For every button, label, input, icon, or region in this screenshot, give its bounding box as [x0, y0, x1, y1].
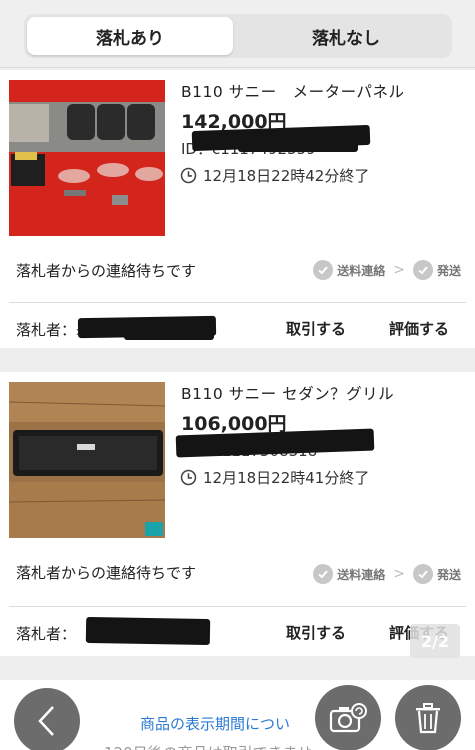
listing-card[interactable]: B110 サニー メーターパネル 142,000円 ID：c1117492359…	[0, 70, 475, 348]
listing-title[interactable]: B110 サニー セダン？グリル	[181, 382, 394, 404]
listing-card[interactable]: B110 サニー セダン？グリル 106,000円 ID：K1117508318…	[0, 372, 475, 656]
tab-bar: 落札あり 落札なし	[0, 0, 475, 68]
step-shipped: 発送	[436, 263, 461, 278]
camera-button[interactable]	[315, 685, 381, 750]
redaction-bar	[238, 142, 358, 152]
delete-button[interactable]	[395, 685, 461, 750]
end-time: 12月18日22時41分終了	[203, 469, 370, 487]
progress-steps: 送料連絡 > 発送	[313, 260, 461, 280]
status-message: 落札者からの連絡待ちです	[16, 564, 197, 582]
chevron-right-icon: >	[393, 262, 405, 278]
back-button[interactable]	[14, 688, 80, 750]
product-thumbnail[interactable]	[9, 80, 165, 236]
page-indicator: 2/2	[410, 624, 460, 658]
status-message: 落札者からの連絡待ちです	[16, 262, 197, 280]
listing-title[interactable]: B110 サニー メーターパネル	[181, 80, 405, 102]
notice-text: 120日後の商品は取引できませ	[104, 742, 312, 750]
end-time: 12月18日22時42分終了	[203, 167, 370, 185]
trade-button[interactable]: 取引する	[286, 318, 346, 339]
display-period-link[interactable]: 商品の表示期間につい	[140, 713, 290, 734]
tab-not-won[interactable]: 落札なし	[243, 17, 449, 55]
check-circle-icon	[412, 260, 433, 280]
progress-steps: 送料連絡 > 発送	[313, 564, 461, 584]
clock-icon	[180, 167, 197, 184]
clock-icon	[180, 469, 197, 486]
trash-icon	[416, 703, 440, 734]
step-shipping-contact: 送料連絡	[337, 263, 386, 278]
tab-won[interactable]: 落札あり	[27, 17, 233, 55]
redaction-bar	[85, 616, 211, 646]
redaction-bar	[124, 328, 214, 340]
chevron-right-icon: >	[393, 566, 405, 582]
segmented-control: 落札あり 落札なし	[24, 14, 452, 58]
end-time-row: 12月18日22時42分終了	[180, 165, 369, 186]
trade-button[interactable]: 取引する	[286, 622, 346, 643]
step-shipping-contact: 送料連絡	[337, 567, 386, 582]
chevron-left-icon	[38, 706, 54, 736]
end-time-row: 12月18日22時41分終了	[180, 467, 369, 488]
check-circle-icon	[412, 564, 433, 584]
rate-button[interactable]: 評価する	[389, 318, 449, 339]
step-shipped: 発送	[436, 567, 461, 582]
winner-label: 落札者：	[16, 625, 77, 643]
camera-icon	[329, 703, 367, 733]
divider	[9, 606, 466, 607]
divider	[9, 302, 466, 303]
product-thumbnail[interactable]	[9, 382, 165, 538]
check-circle-icon	[313, 564, 334, 584]
check-circle-icon	[313, 260, 334, 280]
